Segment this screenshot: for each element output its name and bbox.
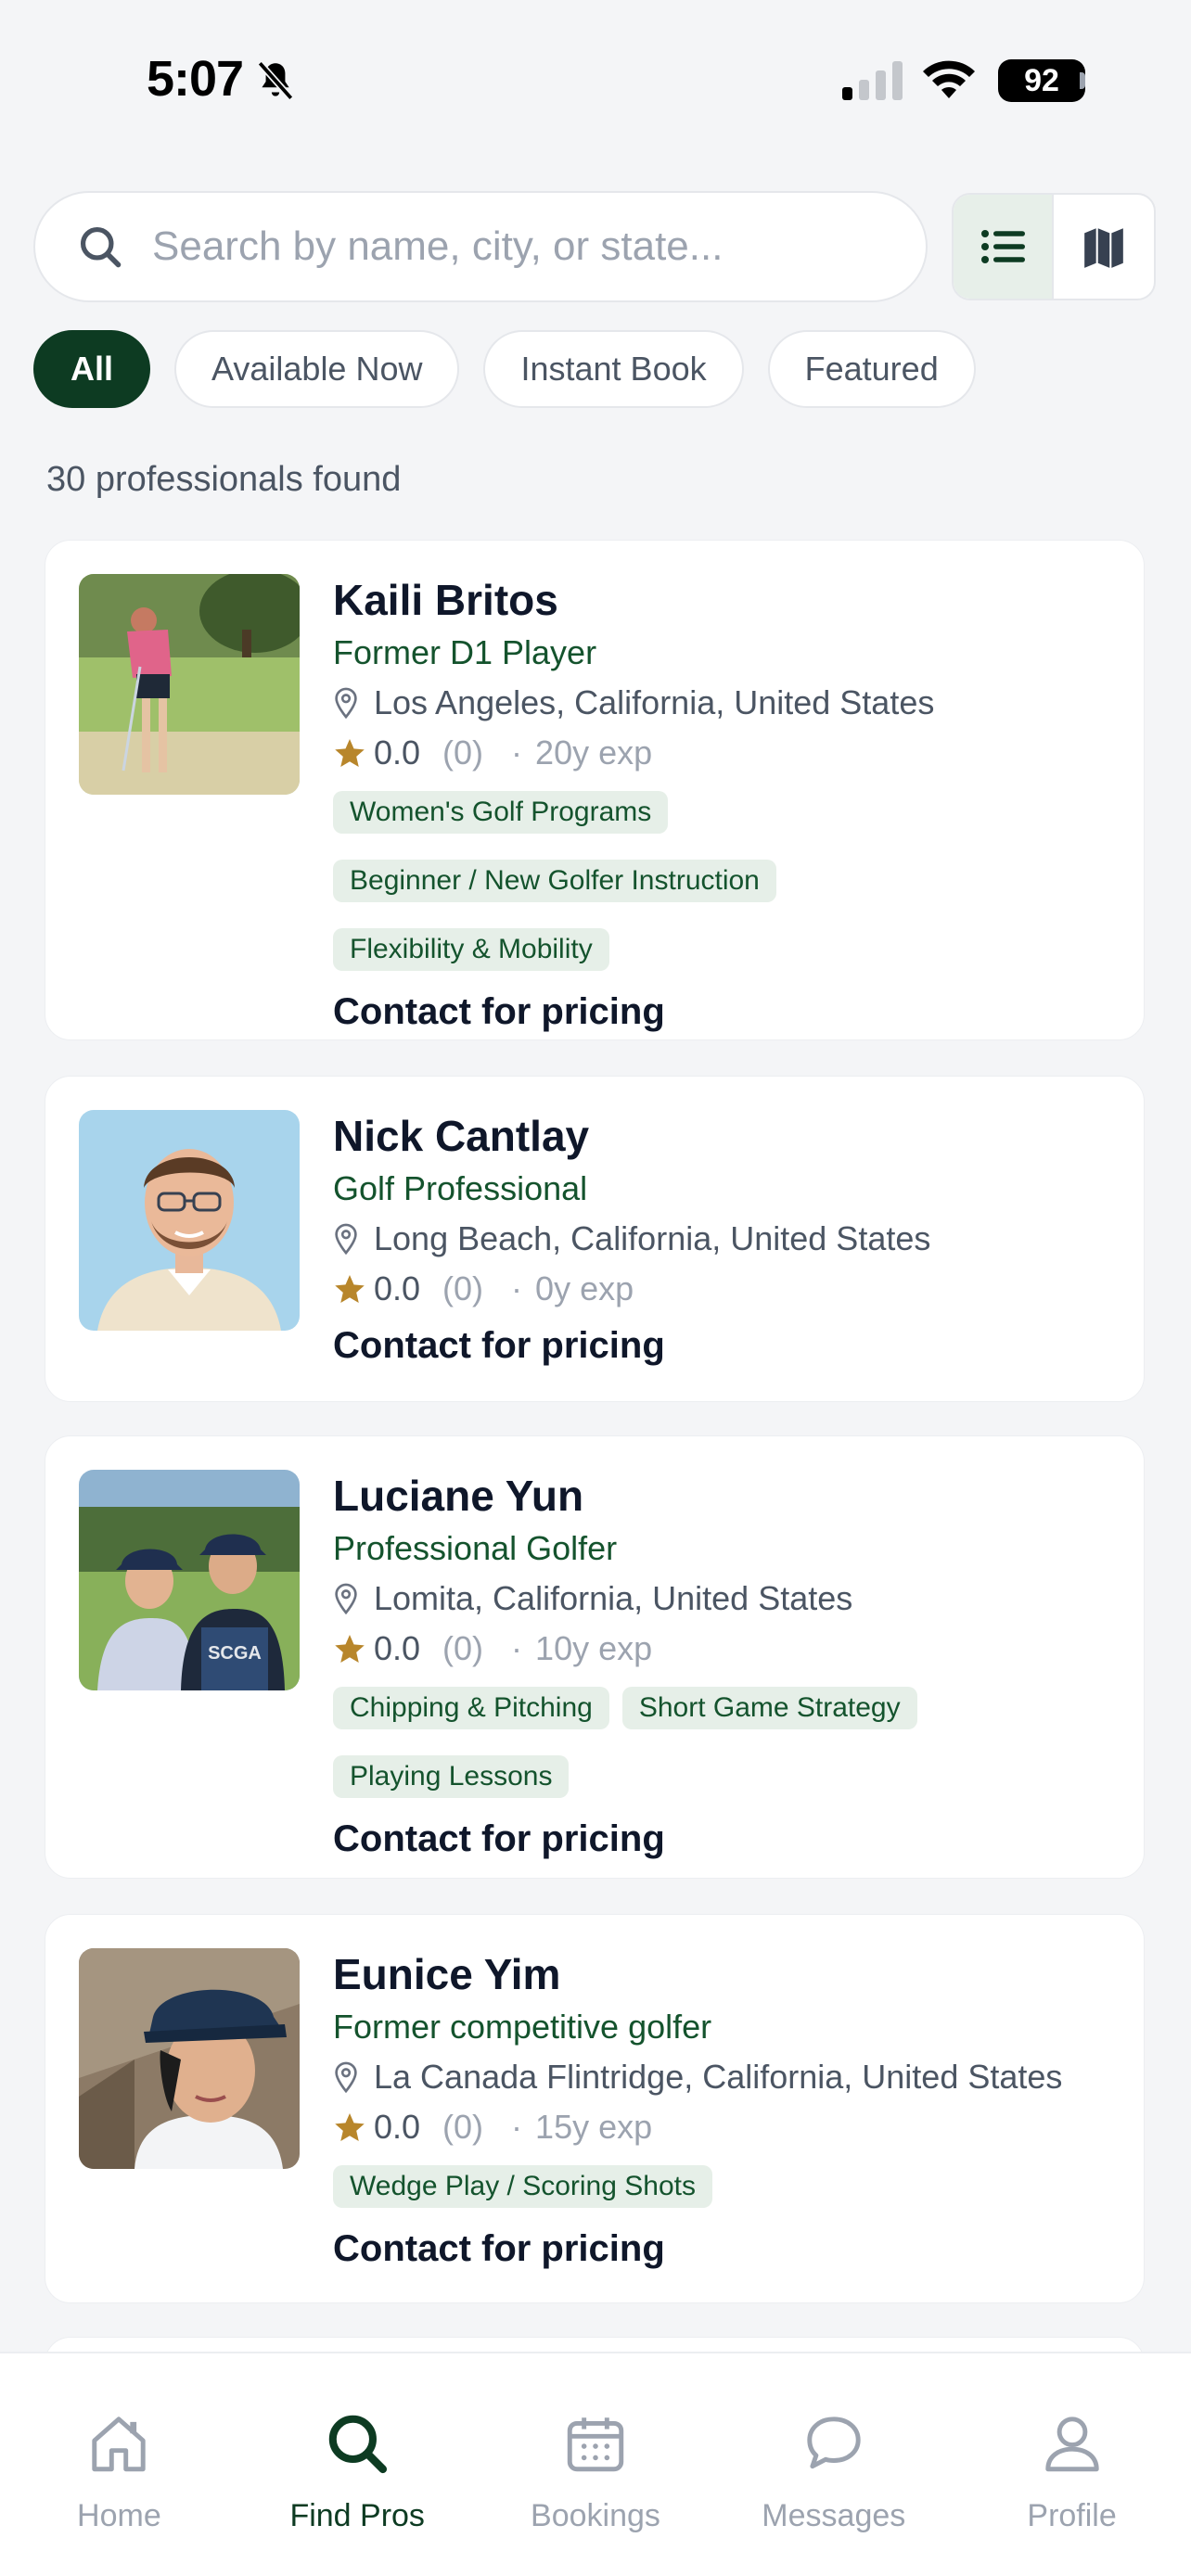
- review-count: (0): [442, 1269, 484, 1307]
- filter-chips: All Available Now Instant Book Featured: [33, 330, 976, 408]
- separator: ·: [511, 733, 523, 772]
- pro-name: Kaili Britos: [333, 576, 558, 624]
- wifi-icon: [923, 60, 975, 98]
- pricing-label: Contact for pricing: [333, 1818, 665, 1859]
- filter-chip-featured[interactable]: Featured: [767, 330, 976, 408]
- tab-label: Profile: [1027, 2498, 1117, 2533]
- cellular-signal-icon: [842, 61, 903, 100]
- pro-card[interactable]: Nick Cantlay Golf Professional Long Beac…: [45, 1076, 1145, 1402]
- list-icon: [981, 230, 1025, 263]
- star-icon: [335, 1275, 365, 1303]
- search-bar[interactable]: [33, 191, 928, 302]
- filter-chip-instant-book[interactable]: Instant Book: [483, 330, 744, 408]
- location-pin-icon: [335, 2061, 357, 2093]
- review-count: (0): [442, 2108, 484, 2146]
- home-icon: [92, 2417, 147, 2472]
- user-icon: [1044, 2417, 1099, 2472]
- pro-photo: [79, 1110, 300, 1331]
- status-time: 5:07: [147, 51, 244, 107]
- pro-location: Long Beach, California, United States: [374, 1219, 931, 1257]
- separator: ·: [511, 1269, 523, 1307]
- pro-title: Former D1 Player: [333, 633, 597, 671]
- battery-cap: [1080, 72, 1085, 89]
- specialty-tag: Women's Golf Programs: [333, 791, 669, 834]
- pro-title: Professional Golfer: [333, 1529, 618, 1567]
- results-count: 30 professionals found: [46, 460, 402, 499]
- pro-card[interactable]: SCGA Luciane Yun Professional Golfer Lom…: [45, 1435, 1145, 1879]
- map-view-button[interactable]: [1054, 195, 1154, 299]
- search-icon: [328, 2415, 388, 2474]
- location-pin-icon: [335, 1583, 357, 1614]
- tab-messages[interactable]: Messages: [714, 2353, 953, 2576]
- specialty-tag: Beginner / New Golfer Instruction: [333, 860, 776, 902]
- photo-scga-logo: SCGA: [208, 1643, 262, 1664]
- rating-value: 0.0: [374, 1269, 421, 1307]
- bell-muted-icon: [257, 60, 294, 101]
- pro-location: Los Angeles, California, United States: [374, 683, 935, 721]
- star-icon: [335, 1635, 365, 1663]
- specialty-tags: Wedge Play / Scoring Shots: [333, 2165, 1094, 2208]
- specialty-tags: Chipping & Pitching Short Game Strategy …: [333, 1687, 1094, 1798]
- tab-find-pros[interactable]: Find Pros: [238, 2353, 477, 2576]
- specialty-tag: Chipping & Pitching: [333, 1687, 609, 1729]
- star-icon: [335, 739, 365, 767]
- location-pin-icon: [335, 687, 357, 719]
- pro-card[interactable]: Kaili Britos Former D1 Player Los Angele…: [45, 540, 1145, 1040]
- pro-photo: SCGA: [79, 1470, 300, 1690]
- experience: 0y exp: [535, 1269, 634, 1307]
- list-view-button[interactable]: [954, 195, 1054, 299]
- location-pin-icon: [335, 1223, 357, 1255]
- specialty-tags: Women's Golf Programs Beginner / New Gol…: [333, 791, 1094, 971]
- review-count: (0): [442, 1629, 484, 1667]
- view-toggle: [952, 193, 1156, 300]
- experience: 10y exp: [535, 1629, 653, 1667]
- pro-name: Luciane Yun: [333, 1472, 584, 1520]
- specialty-tag: Short Game Strategy: [621, 1687, 917, 1729]
- tab-bookings[interactable]: Bookings: [477, 2353, 715, 2576]
- map-icon: [1084, 228, 1123, 268]
- calendar-icon: [567, 2417, 624, 2472]
- pro-name: Nick Cantlay: [333, 1112, 590, 1160]
- review-count: (0): [442, 733, 484, 772]
- tab-profile[interactable]: Profile: [953, 2353, 1191, 2576]
- rating-value: 0.0: [374, 733, 421, 772]
- pricing-label: Contact for pricing: [333, 991, 665, 1032]
- separator: ·: [511, 2108, 523, 2146]
- status-bar: 5:07 92: [0, 0, 1191, 158]
- pro-photo: [79, 574, 300, 795]
- pro-card[interactable]: Eunice Yim Former competitive golfer La …: [45, 1914, 1145, 2303]
- pro-title: Golf Professional: [333, 1169, 588, 1207]
- battery-indicator: 92: [998, 59, 1085, 102]
- rating-value: 0.0: [374, 1629, 421, 1667]
- specialty-tag: Wedge Play / Scoring Shots: [333, 2165, 712, 2208]
- tab-label: Home: [77, 2498, 161, 2533]
- experience: 20y exp: [535, 733, 653, 772]
- tab-home[interactable]: Home: [0, 2353, 238, 2576]
- pro-title: Former competitive golfer: [333, 2008, 712, 2046]
- pricing-label: Contact for pricing: [333, 2228, 665, 2269]
- filter-chip-available-now[interactable]: Available Now: [174, 330, 460, 408]
- bottom-tab-bar: Home Find Pros Bookings Messages Profile: [0, 2352, 1191, 2576]
- search-icon: [80, 226, 122, 268]
- pro-location: La Canada Flintridge, California, United…: [374, 2058, 1063, 2096]
- tab-label: Messages: [762, 2498, 906, 2533]
- pro-photo: [79, 1948, 300, 2169]
- chat-icon: [807, 2417, 861, 2469]
- search-input[interactable]: [152, 223, 913, 270]
- tab-label: Find Pros: [289, 2498, 425, 2533]
- filter-chip-all[interactable]: All: [33, 330, 151, 408]
- separator: ·: [511, 1629, 523, 1667]
- rating-value: 0.0: [374, 2108, 421, 2146]
- pro-location: Lomita, California, United States: [374, 1579, 853, 1617]
- star-icon: [335, 2113, 365, 2141]
- pricing-label: Contact for pricing: [333, 1325, 665, 1366]
- tab-label: Bookings: [531, 2498, 660, 2533]
- experience: 15y exp: [535, 2108, 653, 2146]
- pro-name: Eunice Yim: [333, 1950, 561, 1998]
- specialty-tag: Playing Lessons: [333, 1755, 570, 1798]
- specialty-tag: Flexibility & Mobility: [333, 928, 609, 971]
